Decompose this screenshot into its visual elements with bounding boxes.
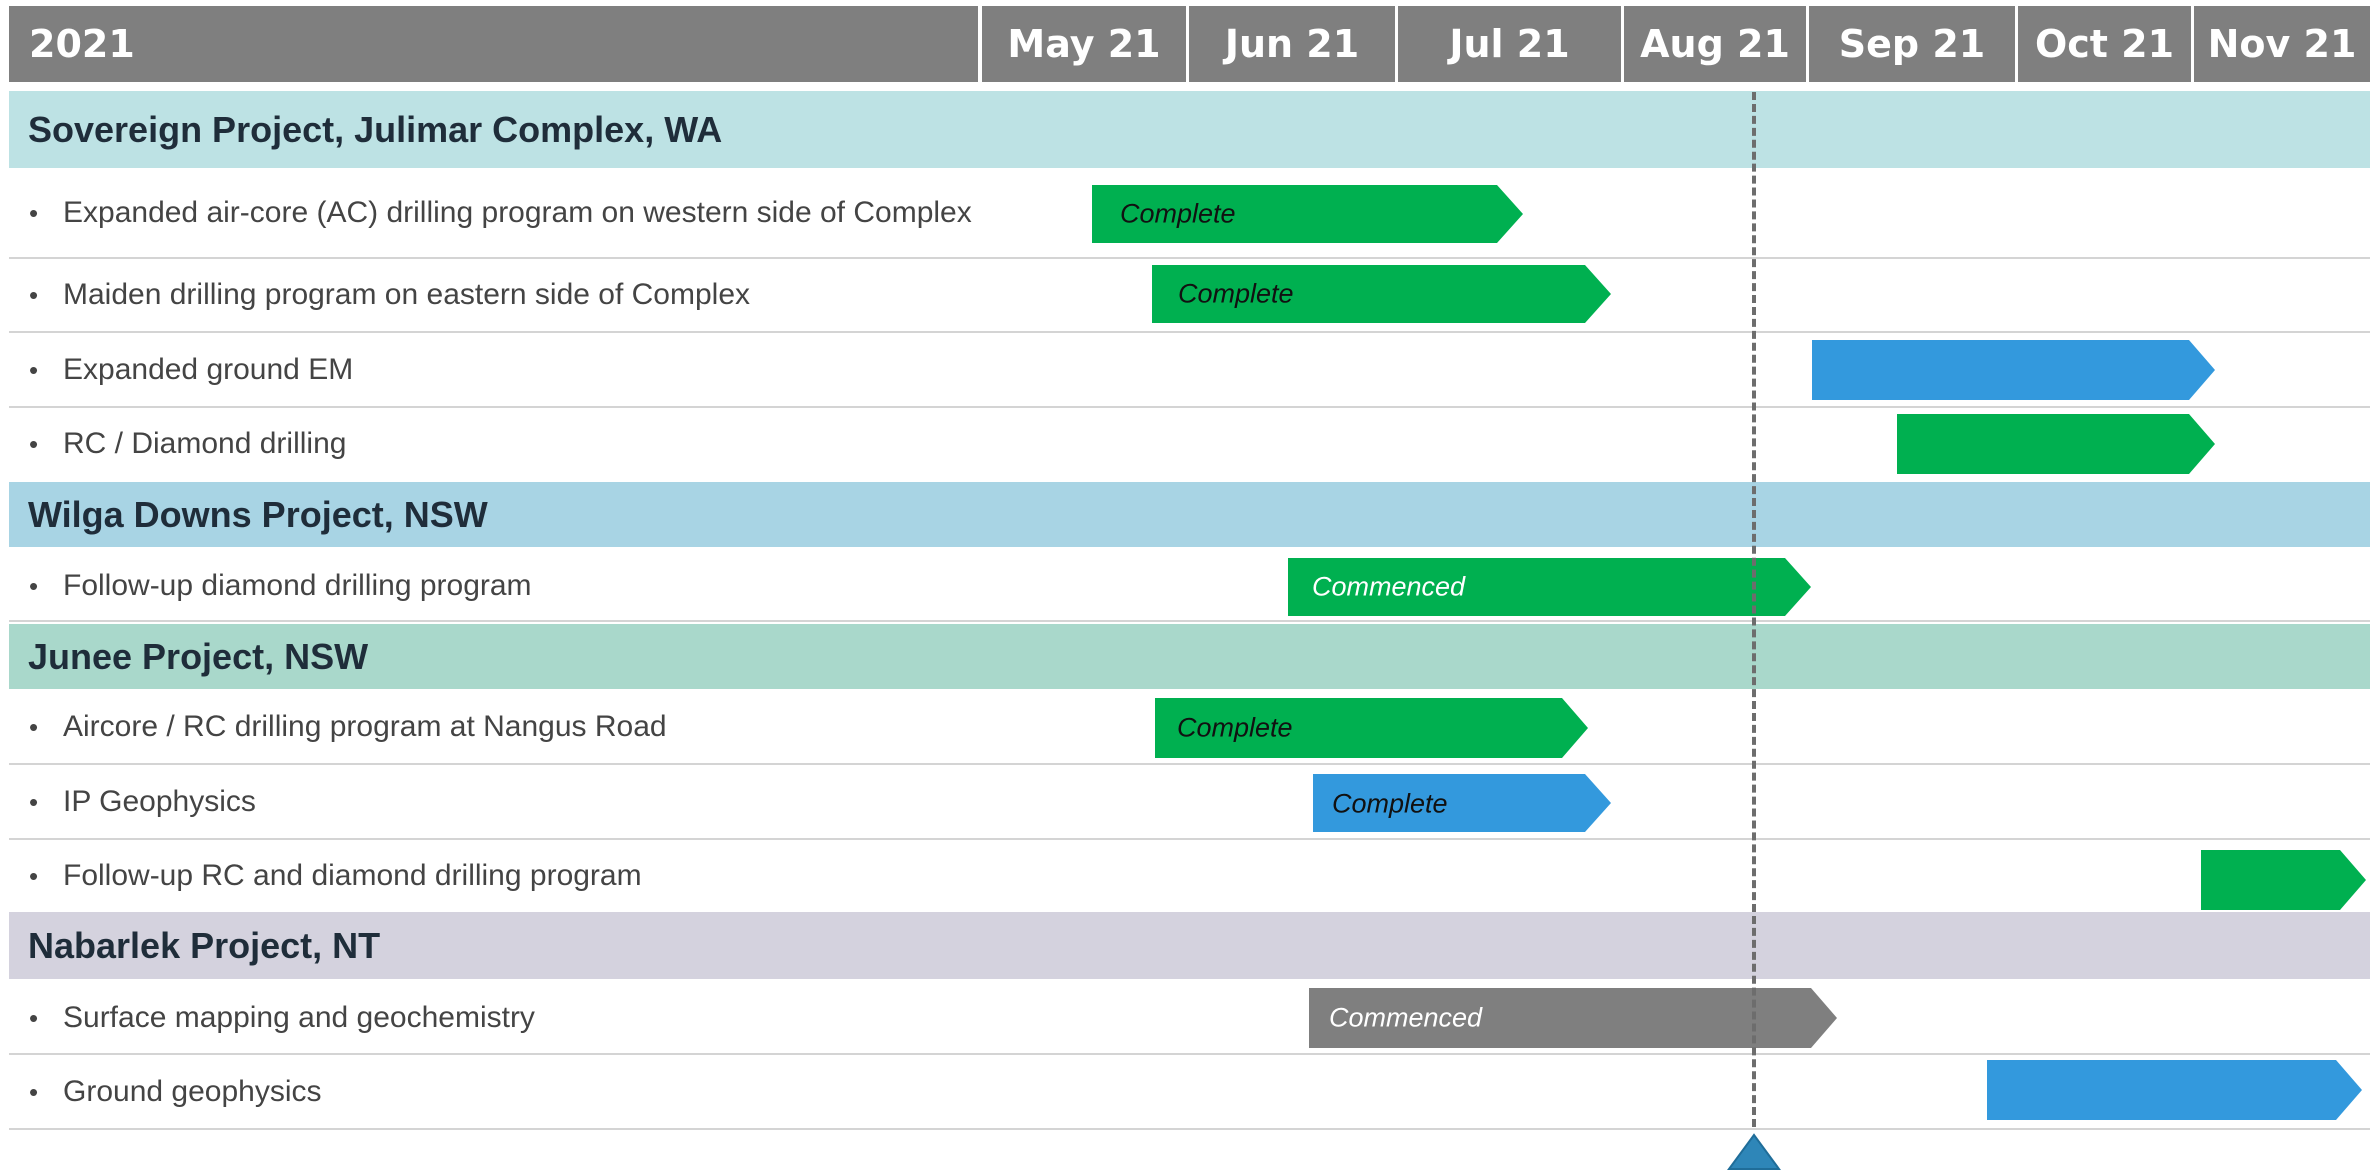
current-date-marker-icon	[1727, 1133, 1781, 1170]
bar-status-label: Complete	[1120, 198, 1236, 229]
gantt-bar-nabarlek-geophysics	[1987, 1060, 2362, 1120]
gantt-bars	[1092, 185, 2366, 1120]
gantt-bar-sovereign-ground-em	[1812, 340, 2215, 400]
current-date-line	[1752, 92, 1756, 1127]
bar-status-label: Complete	[1332, 788, 1448, 819]
bar-status-label: Complete	[1177, 712, 1293, 743]
bar-status-label: Complete	[1178, 278, 1294, 309]
bar-status-label: Commenced	[1329, 1002, 1483, 1033]
gantt-bar-sovereign-rc-diamond	[1897, 414, 2215, 474]
bar-status-label: Commenced	[1312, 571, 1466, 602]
gantt-bar-junee-followup	[2201, 850, 2366, 910]
